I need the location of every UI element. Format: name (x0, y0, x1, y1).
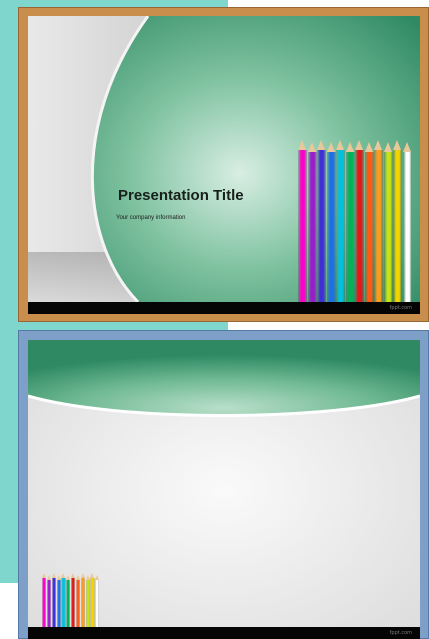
pencil (61, 573, 66, 628)
slide-subtitle: Your company information (116, 215, 186, 221)
pencil (85, 575, 90, 628)
pencil (402, 142, 412, 302)
pencil (355, 140, 364, 302)
colored-pencils-icon (298, 140, 412, 302)
footer-watermark: fppt.com (389, 630, 412, 636)
slide-title: Presentation Title (118, 187, 244, 204)
pencil (298, 140, 307, 302)
slide-footer-bar: fppt.com (28, 302, 420, 314)
pencil (326, 142, 336, 302)
slide-thumbnail-1[interactable]: Presentation Title Your company informat… (28, 16, 420, 314)
pencil (56, 575, 61, 628)
pencil (51, 573, 56, 628)
pencil (383, 142, 393, 302)
colored-pencils-icon (42, 573, 100, 628)
pencil (374, 140, 383, 302)
pencil (364, 142, 374, 302)
pencil (80, 573, 85, 628)
pencil (90, 573, 95, 628)
pencil (66, 575, 71, 628)
pencil (42, 573, 47, 628)
pencil (393, 140, 402, 302)
slide-thumbnail-2[interactable]: fppt.com (28, 340, 420, 639)
pencil (75, 575, 81, 628)
pencil (345, 142, 355, 302)
pencil (336, 140, 345, 302)
pencil (46, 575, 52, 628)
slide-footer-bar: fppt.com (28, 627, 420, 639)
pencil (317, 140, 326, 302)
pencil (71, 573, 76, 628)
footer-watermark: fppt.com (389, 305, 412, 311)
pencil (95, 575, 100, 628)
pencil (307, 142, 317, 302)
